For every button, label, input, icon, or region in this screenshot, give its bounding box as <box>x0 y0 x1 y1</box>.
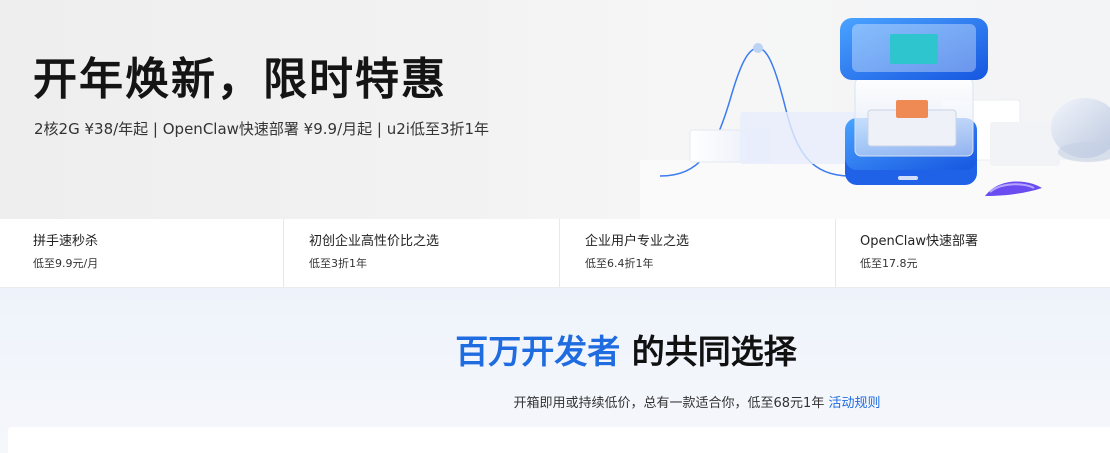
hero-banner[interactable]: 开年焕新，限时特惠 2核2G ¥38/年起 | OpenClaw快速部署 ¥9.… <box>0 0 1110 219</box>
curve-dot <box>753 43 763 53</box>
promo-desc: 低至17.8元 <box>860 257 918 270</box>
chip-core <box>896 100 928 118</box>
promo-desc: 低至3折1年 <box>309 257 367 270</box>
hero-title: 开年焕新，限时特惠 <box>33 54 447 105</box>
section-heading: 百万开发者 的共同选择 <box>0 330 1110 374</box>
promo-desc: 低至9.9元/月 <box>33 257 99 270</box>
promo-title: 企业用户专业之选 <box>585 234 690 249</box>
hero-illustration <box>640 18 1110 219</box>
promo-item-flash-sale[interactable]: 拼手速秒杀 低至9.9元/月 <box>0 219 284 287</box>
chip-slot <box>898 176 918 180</box>
promo-strip: 拼手速秒杀 低至9.9元/月 初创企业高性价比之选 低至3折1年 企业用户专业之… <box>0 219 1110 288</box>
promo-item-enterprise[interactable]: 企业用户专业之选 低至6.4折1年 <box>560 219 836 287</box>
promo-item-openclaw[interactable]: OpenClaw快速部署 低至17.8元 <box>836 219 1110 287</box>
section-subtitle-text: 开箱即用或持续低价，总有一款适合你，低至68元1年 <box>513 396 829 411</box>
section-subtitle: 开箱即用或持续低价，总有一款适合你，低至68元1年 活动规则 <box>0 392 1110 411</box>
promo-item-startup[interactable]: 初创企业高性价比之选 低至3折1年 <box>284 219 560 287</box>
promo-title: OpenClaw快速部署 <box>860 234 979 249</box>
heading-highlight: 百万开发者 <box>455 332 621 371</box>
content-card <box>8 427 1110 453</box>
promo-desc: 低至6.4折1年 <box>585 257 654 270</box>
activity-rules-link[interactable]: 活动规则 <box>828 396 880 411</box>
card-side <box>990 122 1060 166</box>
chip-screen <box>890 34 938 64</box>
heading-rest: 的共同选择 <box>620 332 797 371</box>
promo-title: 初创企业高性价比之选 <box>309 234 440 249</box>
hero-subtitle: 2核2G ¥38/年起 | OpenClaw快速部署 ¥9.9/月起 | u2i… <box>34 120 490 138</box>
promo-title: 拼手速秒杀 <box>33 234 99 249</box>
developer-choice-section: 百万开发者 的共同选择 开箱即用或持续低价，总有一款适合你，低至68元1年 活动… <box>0 288 1110 453</box>
